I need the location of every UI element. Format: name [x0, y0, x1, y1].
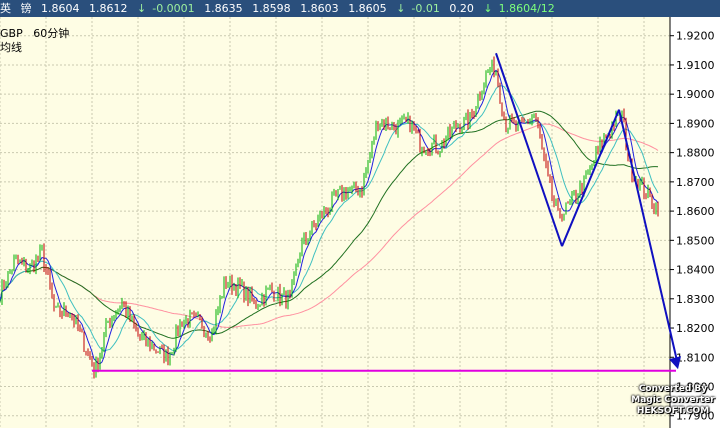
pct-value: -0.01 — [411, 2, 440, 15]
symbol-name-2: 镑 — [20, 2, 32, 15]
watermark-line-2: Magic Converter — [631, 395, 715, 405]
price-chart[interactable]: 1.9200 1.9100 1.9000 1.8900 1.8800 1.8700 1.86… — [0, 17, 720, 428]
open-value: 1.8635 — [204, 2, 243, 15]
tick-label: 1.8200 — [676, 322, 715, 335]
pct-down-icon: ↓ — [396, 2, 406, 15]
close-value: 1.8605 — [348, 2, 387, 15]
tick-label: 1.9200 — [676, 30, 715, 43]
high-value: 1.8598 — [252, 2, 291, 15]
tick-label: 1.8300 — [676, 293, 715, 306]
tick-label: 1.8700 — [676, 176, 715, 189]
quote-value-1: 1.8604 — [41, 2, 80, 15]
tick-label: 1.8600 — [676, 205, 715, 218]
change-down-icon: ↓ — [137, 2, 147, 15]
last-down-icon: ↓ — [483, 2, 493, 15]
chart-info: GBP 60分钟 均线 — [0, 27, 69, 55]
watermark-line-1: Converted By — [638, 384, 708, 394]
info-period: 60分钟 — [33, 27, 70, 40]
trendline-arrowhead — [669, 356, 681, 370]
tick-label: 1.8100 — [676, 351, 715, 364]
symbol-name-1: 英 — [0, 2, 11, 15]
quote-value-2: 1.8612 — [89, 2, 128, 15]
volume-value: 0.20 — [449, 2, 474, 15]
tick-label: 1.8400 — [676, 264, 715, 277]
info-indicator: 均线 — [0, 41, 22, 54]
change-value: -0.0001 — [152, 2, 195, 15]
tick-label: 1.8900 — [676, 117, 715, 130]
tick-label: 1.8500 — [676, 234, 715, 247]
last-price: 1.8604/12 — [498, 2, 555, 15]
quote-bar: 英 镑 1.8604 1.8612 ↓ -0.0001 1.8635 1.8598… — [0, 0, 720, 17]
watermark-line-3: HEKSOFT.COM — [636, 406, 710, 416]
watermark: Converted By Magic Converter HEKSOFT.COM — [630, 384, 716, 417]
tick-label: 1.9000 — [676, 88, 715, 101]
low-value: 1.8603 — [300, 2, 339, 15]
info-symbol: GBP — [0, 27, 23, 40]
tick-label: 1.8800 — [676, 147, 715, 160]
tick-label: 1.9100 — [676, 59, 715, 72]
